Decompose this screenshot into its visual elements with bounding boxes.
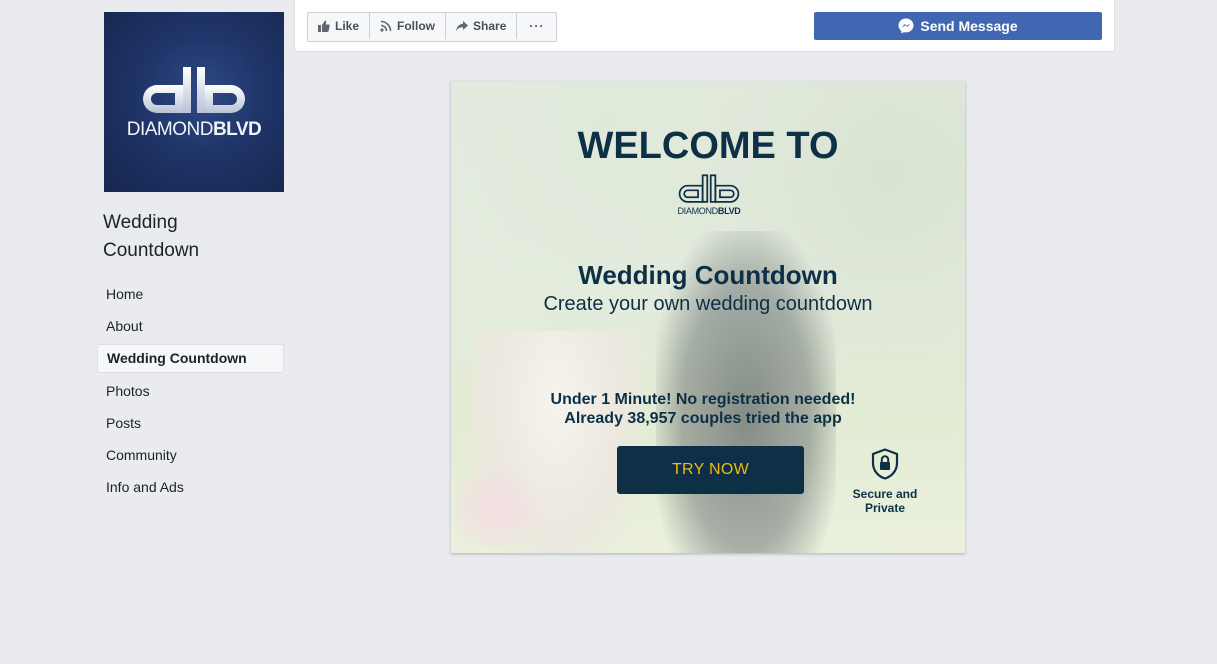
info-line-1: Under 1 Minute! No registration needed! [550,391,856,408]
action-button-group: Like Follow Share ··· [307,12,558,42]
secure-label: Secure and Private [852,487,918,515]
wedding-countdown-card: WELCOME TO DIAMONDBLVD Wedding Countdown… [451,81,965,553]
like-label: Like [335,19,360,33]
nav-item-posts[interactable]: Posts [97,409,287,437]
share-icon [456,21,469,31]
more-icon: ··· [529,19,545,33]
send-message-button[interactable]: Send Message [814,12,1102,40]
welcome-heading: WELCOME TO [577,125,839,167]
send-message-label: Send Message [920,18,1018,34]
nav-item-home[interactable]: Home [97,280,287,308]
page-action-bar: Like Follow Share ··· Send Message [294,0,1115,52]
diamondblvd-logo-icon [678,174,740,203]
info-line-2: Already 38,957 couples tried the app [564,410,842,427]
page-name[interactable]: Wedding Countdown [103,209,273,265]
logo-text: DIAMONDBLVD [126,119,262,140]
share-button[interactable]: Share [446,13,518,39]
page-nav: Home About Wedding Countdown Photos Post… [97,280,287,505]
like-button[interactable]: Like [308,13,371,39]
follow-button[interactable]: Follow [370,13,447,39]
like-icon [318,20,330,32]
lock-shield-icon [871,448,899,480]
card-title: Wedding Countdown [578,260,838,290]
nav-item-community[interactable]: Community [97,441,287,469]
secure-badge: Secure and Private [831,448,939,515]
more-options-button[interactable]: ··· [517,13,556,39]
try-now-button[interactable]: TRY NOW [617,446,804,494]
follow-icon [380,20,392,32]
follow-label: Follow [397,19,436,33]
nav-item-wedding-countdown[interactable]: Wedding Countdown [97,344,284,373]
profile-picture[interactable]: DIAMONDBLVD [104,12,284,192]
share-label: Share [473,19,507,33]
card-content: WELCOME TO DIAMONDBLVD Wedding Countdown… [451,81,965,553]
nav-item-about[interactable]: About [97,312,287,340]
card-logo-text: DIAMONDBLVD [677,206,741,216]
card-logo: DIAMONDBLVD [673,173,745,216]
nav-item-info-and-ads[interactable]: Info and Ads [97,473,287,501]
diamondblvd-logo-icon [143,67,245,113]
nav-item-photos[interactable]: Photos [97,377,287,405]
messenger-icon [898,18,914,34]
card-subtitle: Create your own wedding countdown [543,293,873,315]
